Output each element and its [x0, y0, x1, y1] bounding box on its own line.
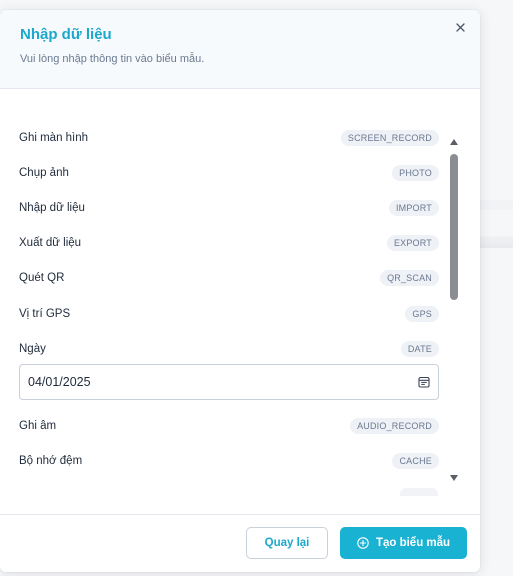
dialog-header: Nhập dữ liệu Vui lòng nhập thông tin vào… — [0, 10, 480, 89]
field-export: Xuất dữ liệu EXPORT — [19, 235, 439, 255]
field-label: Ghi âm — [19, 420, 57, 432]
field-qr-scan: Quét QR QR_SCAN — [19, 270, 439, 290]
dialog-title: Nhập dữ liệu — [20, 26, 112, 43]
field-type-badge: PHOTO — [392, 165, 439, 181]
scroll-up-button[interactable] — [448, 136, 460, 148]
calendar-icon[interactable] — [418, 376, 430, 388]
field-date: Ngày DATE — [19, 341, 439, 361]
back-button[interactable]: Quay lại — [246, 527, 328, 559]
field-type-badge: QR_SCAN — [380, 270, 439, 286]
field-type-badge: AUDIO_RECORD — [350, 418, 439, 434]
field-label: Quét QR — [19, 272, 65, 284]
plus-circle-icon — [357, 537, 369, 549]
field-label: Nhập dữ liệu — [19, 202, 85, 214]
scroll-down-button[interactable] — [448, 472, 460, 484]
create-form-button[interactable]: Tạo biểu mẫu — [340, 527, 467, 559]
field-cache: Bộ nhớ đệm CACHE — [19, 453, 439, 473]
data-entry-dialog: Nhập dữ liệu Vui lòng nhập thông tin vào… — [0, 10, 480, 572]
dialog-footer: Quay lại Tạo biểu mẫu — [0, 514, 480, 572]
close-icon — [455, 22, 465, 32]
field-type-badge: SCREEN_RECORD — [340, 130, 439, 146]
scroll-thumb[interactable] — [450, 154, 458, 300]
field-import: Nhập dữ liệu IMPORT — [19, 200, 439, 220]
triangle-up-icon — [450, 139, 458, 145]
field-screen-record: Ghi màn hình SCREEN_RECORD — [19, 130, 439, 150]
field-type-badge: IMPORT — [388, 200, 439, 216]
create-form-label: Tạo biểu mẫu — [375, 537, 451, 549]
field-type-badge: CACHE — [392, 453, 439, 469]
field-label: Ghi màn hình — [19, 132, 89, 144]
field-type-badge: DATE — [400, 341, 439, 357]
dialog-body[interactable]: Ghi màn hình SCREEN_RECORD Chụp ảnh PHOT… — [0, 90, 480, 514]
field-label: Vị trí GPS — [19, 308, 71, 320]
date-value: 04/01/2025 — [28, 375, 91, 389]
field-label: Xuất dữ liệu — [19, 237, 82, 249]
dialog-subtitle: Vui lòng nhập thông tin vào biểu mẫu. — [20, 53, 205, 65]
field-label: Chụp ảnh — [19, 167, 69, 179]
triangle-down-icon — [450, 475, 458, 481]
next-field-badge-partial — [400, 488, 438, 496]
field-gps: Vị trí GPS GPS — [19, 306, 439, 326]
vertical-scrollbar[interactable] — [447, 136, 461, 488]
field-label: Bộ nhớ đệm — [19, 455, 83, 467]
field-type-badge: GPS — [405, 306, 439, 322]
date-input[interactable]: 04/01/2025 — [19, 364, 439, 400]
close-button[interactable] — [449, 16, 471, 38]
field-photo: Chụp ảnh PHOTO — [19, 165, 439, 185]
field-type-badge: EXPORT — [386, 235, 439, 251]
field-audio-record: Ghi âm AUDIO_RECORD — [19, 418, 439, 438]
field-label: Ngày — [19, 343, 46, 355]
